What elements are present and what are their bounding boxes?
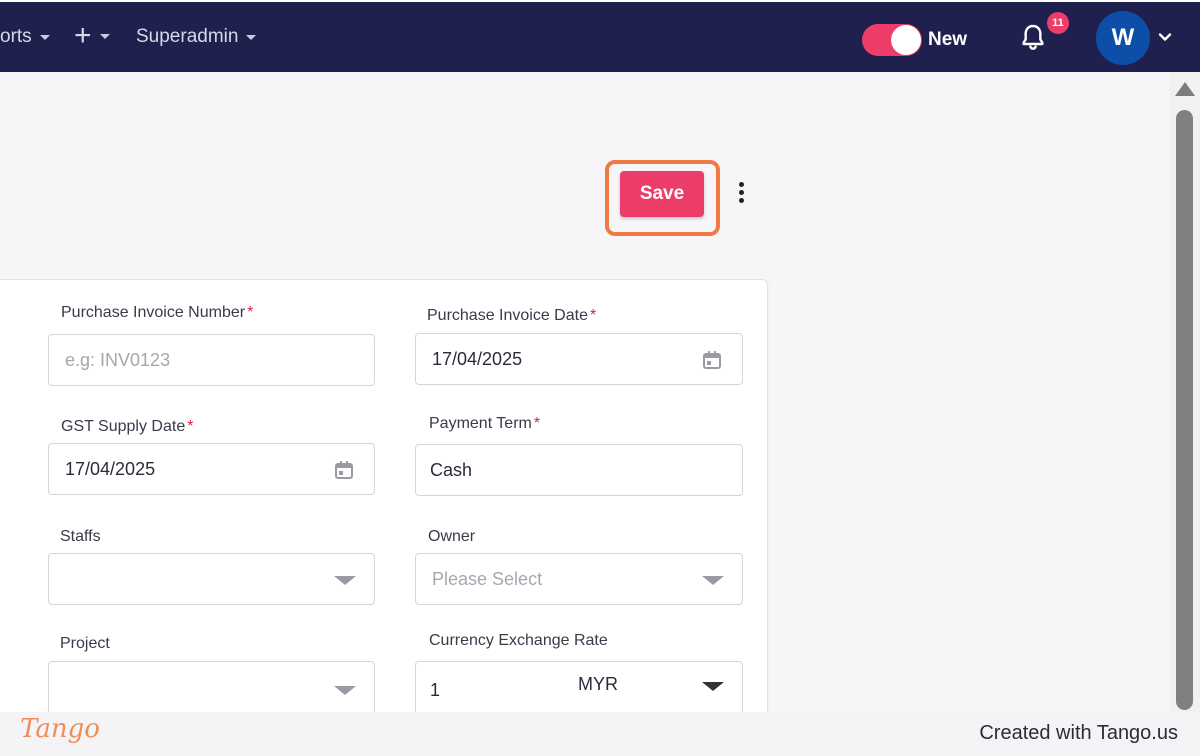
save-button[interactable]: Save xyxy=(620,171,704,217)
toggle-label: New xyxy=(928,29,968,50)
owner-select[interactable]: Please Select xyxy=(415,553,743,605)
dropdown-arrow-icon xyxy=(702,576,724,585)
purchase-invoice-date-label: Purchase Invoice Date * xyxy=(427,307,596,325)
dropdown-arrow-icon[interactable] xyxy=(702,682,724,691)
payment-term-label: Payment Term * xyxy=(429,415,540,433)
calendar-icon[interactable] xyxy=(702,350,722,370)
calendar-icon[interactable] xyxy=(334,460,354,480)
plus-icon: + xyxy=(74,19,92,52)
gst-supply-date-label: GST Supply Date * xyxy=(61,418,193,436)
new-ui-toggle[interactable]: New xyxy=(862,24,967,56)
chevron-down-icon xyxy=(246,34,257,40)
nav-add-menu[interactable]: + xyxy=(74,19,110,52)
scrollbar-thumb[interactable] xyxy=(1176,110,1193,710)
more-options-icon[interactable] xyxy=(730,182,752,210)
owner-placeholder: Please Select xyxy=(432,568,543,589)
owner-label: Owner xyxy=(428,528,476,545)
required-marker: * xyxy=(187,418,194,435)
label-text: Payment Term xyxy=(429,415,532,432)
gst-supply-date-value: 17/04/2025 xyxy=(65,458,156,479)
label-text: Purchase Invoice Number xyxy=(61,304,246,321)
dropdown-arrow-icon xyxy=(334,576,356,585)
avatar[interactable]: W xyxy=(1096,11,1150,65)
required-marker: * xyxy=(247,304,254,321)
project-select[interactable] xyxy=(48,661,375,719)
tango-footer: Tango Created with Tango.us xyxy=(0,712,1200,756)
toggle-knob xyxy=(891,25,921,55)
footer-credit: Created with Tango.us xyxy=(979,722,1178,744)
purchase-invoice-number-input[interactable]: e.g: INV0123 xyxy=(48,334,375,386)
nav-reports-menu[interactable]: orts xyxy=(0,26,50,48)
currency-exchange-rate-input[interactable]: 1 MYR xyxy=(415,661,743,719)
purchase-invoice-date-value: 17/04/2025 xyxy=(432,348,523,369)
bell-icon[interactable] xyxy=(1016,22,1050,54)
payment-term-input[interactable]: Cash xyxy=(415,444,743,496)
nav-superadmin-menu[interactable]: Superadmin xyxy=(136,26,257,48)
exchange-rate-value: 1 xyxy=(430,679,441,700)
tango-logo: Tango xyxy=(20,714,100,744)
chevron-down-icon xyxy=(99,33,110,39)
project-label: Project xyxy=(60,635,110,652)
scroll-up-arrow-icon[interactable] xyxy=(1175,82,1195,96)
currency-exchange-rate-label: Currency Exchange Rate xyxy=(429,632,608,649)
label-text: Purchase Invoice Date xyxy=(427,307,588,324)
required-marker: * xyxy=(533,415,541,432)
purchase-invoice-number-label: Purchase Invoice Number * xyxy=(61,304,253,322)
toggle-switch[interactable] xyxy=(862,24,922,56)
purchase-invoice-form: Purchase Invoice Number * e.g: INV0123 Pu… xyxy=(0,279,768,719)
staffs-label: Staffs xyxy=(60,528,101,545)
dropdown-arrow-icon xyxy=(334,686,356,695)
currency-code[interactable]: MYR xyxy=(578,674,618,695)
staffs-select[interactable] xyxy=(48,553,375,605)
top-navbar: orts + Superadmin New 11 W xyxy=(0,0,1200,72)
chevron-down-icon xyxy=(39,34,50,40)
nav-superadmin-label: Superadmin xyxy=(136,26,239,47)
label-text: GST Supply Date xyxy=(61,418,186,435)
gst-supply-date-input[interactable]: 17/04/2025 xyxy=(48,443,375,495)
chevron-down-icon[interactable] xyxy=(1158,30,1172,44)
required-marker: * xyxy=(589,307,597,324)
purchase-invoice-date-input[interactable]: 17/04/2025 xyxy=(415,333,743,385)
notification-badge: 11 xyxy=(1047,12,1069,34)
nav-reports-label: orts xyxy=(0,26,32,47)
